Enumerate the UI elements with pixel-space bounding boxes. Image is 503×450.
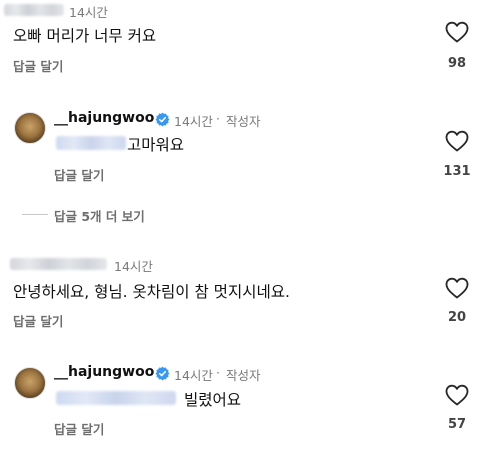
reply-button[interactable]: 답글 달기 bbox=[13, 56, 63, 75]
view-more-divider bbox=[22, 214, 48, 215]
reply-time: 14시간 bbox=[174, 368, 213, 383]
heart-icon[interactable] bbox=[445, 277, 469, 299]
like-count: 20 bbox=[447, 310, 467, 325]
redacted-mention bbox=[56, 136, 126, 150]
heart-icon[interactable] bbox=[445, 21, 469, 43]
separator-dot: · bbox=[216, 365, 220, 380]
redacted-mention bbox=[56, 391, 176, 405]
comment-time: 14시간 bbox=[114, 259, 153, 274]
separator-dot: · bbox=[216, 111, 220, 126]
heart-icon[interactable] bbox=[445, 384, 469, 406]
reply-button[interactable]: 답글 달기 bbox=[13, 311, 63, 330]
comment-text: 안녕하세요, 형님. 옷차림이 참 멋지시네요. bbox=[13, 283, 290, 301]
verified-badge-icon bbox=[155, 112, 170, 127]
heart-icon[interactable] bbox=[445, 130, 469, 152]
reply-button[interactable]: 답글 달기 bbox=[54, 165, 104, 184]
redacted-username bbox=[4, 4, 64, 16]
comment-text: 오빠 머리가 너무 커요 bbox=[13, 27, 157, 45]
username[interactable]: __hajungwoo bbox=[54, 364, 154, 380]
like-count: 131 bbox=[443, 164, 471, 179]
verified-badge-icon bbox=[155, 366, 170, 381]
author-tag: 작성자 bbox=[226, 114, 261, 129]
view-more-replies-button[interactable]: 답글 5개 더 보기 bbox=[54, 206, 145, 225]
reply-time: 14시간 bbox=[174, 114, 213, 129]
reply-button[interactable]: 답글 달기 bbox=[54, 419, 104, 438]
avatar[interactable] bbox=[14, 112, 46, 144]
reply-text: 빌렸어요 bbox=[184, 391, 242, 409]
like-count: 57 bbox=[447, 417, 467, 432]
redacted-username bbox=[10, 258, 107, 270]
comment-time: 14시간 bbox=[69, 5, 108, 20]
reply-text: 고마워요 bbox=[127, 136, 185, 154]
like-count: 98 bbox=[447, 56, 467, 71]
author-tag: 작성자 bbox=[226, 368, 261, 383]
username[interactable]: __hajungwoo bbox=[54, 110, 154, 126]
avatar[interactable] bbox=[14, 367, 46, 399]
